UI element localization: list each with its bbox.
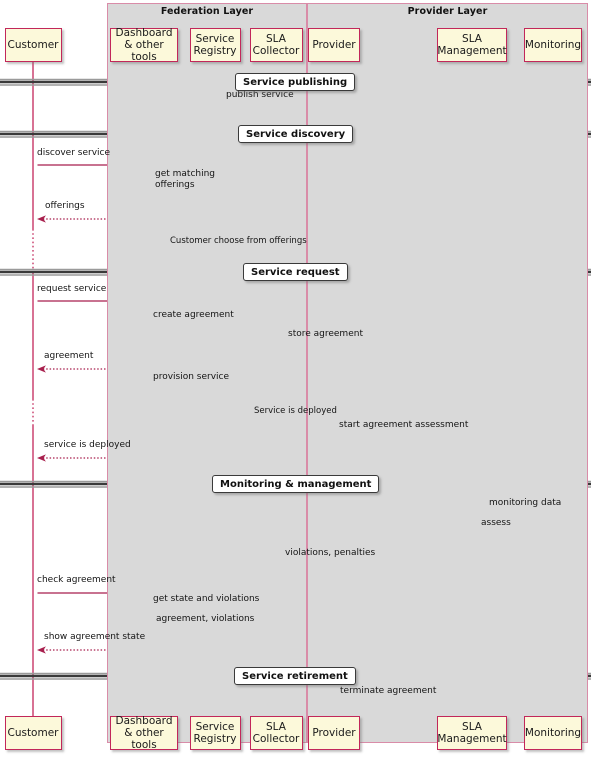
msg-monitoring-data-label: monitoring data (489, 498, 562, 508)
frag-service-retirement: Service retirement (234, 667, 356, 685)
actor-provider-bottom[interactable]: Provider (308, 716, 360, 750)
msg-agreement-violations-label: agreement, violations (156, 614, 255, 624)
msg-show-agreement-state-label: show agreement state (44, 632, 146, 642)
msg-violations-penalties-label: violations, penalties (285, 548, 376, 558)
actor-customer-bottom[interactable]: Customer (4, 716, 62, 750)
federation-layer-label: Federation Layer (160, 6, 254, 17)
actor-provider-label-bottom: Provider (312, 727, 356, 739)
frag-service-publishing: Service publishing (235, 73, 356, 91)
msg-get-matching-offerings-label: get matching offerings (155, 169, 216, 190)
actor-dashboard-label-bottom: Dashboard & other tools (115, 715, 173, 751)
msg-start-agreement-assessment-label: start agreement assessment (339, 420, 469, 430)
actor-monitoring-top[interactable]: Monitoring (524, 28, 582, 62)
msg-get-state-and-violations-label: get state and violations (153, 594, 260, 604)
actor-monitoring-label-bottom: Monitoring (524, 727, 582, 739)
actor-sla-management-top[interactable]: SLA Management (437, 28, 507, 62)
actor-sla-management-bottom[interactable]: SLA Management (437, 716, 507, 750)
msg-discover-service-label: discover service (37, 148, 111, 158)
actor-customer-label-bottom: Customer (7, 727, 59, 739)
actor-customer-top[interactable]: Customer (4, 28, 62, 62)
actor-sla-collector-top[interactable]: SLA Collector (249, 28, 303, 62)
note-customer-choose: Customer choose from offerings (170, 236, 307, 246)
msg-create-agreement-label: create agreement (153, 310, 234, 320)
actor-sla-collector-label-bottom: SLA Collector (252, 721, 300, 745)
actor-sla-management-label-top: SLA Management (437, 33, 507, 57)
frag-service-discovery: Service discovery (238, 125, 354, 143)
actor-monitoring-bottom[interactable]: Monitoring (524, 716, 582, 750)
provider-layer: Provider Layer (307, 3, 588, 743)
msg-agreement-label: agreement (44, 351, 94, 361)
actor-service-registry-bottom[interactable]: Service Registry (189, 716, 241, 750)
provider-layer-label: Provider Layer (407, 6, 488, 17)
msg-provision-service-label: provision service (153, 372, 230, 382)
msg-terminate-agreement-label: terminate agreement (340, 686, 437, 696)
sequence-diagram-canvas: Federation Layer Provider Layer Service pu… (0, 0, 591, 759)
msg-assess-label: assess (481, 518, 511, 528)
actor-service-registry-top[interactable]: Service Registry (189, 28, 241, 62)
actor-service-registry-label-bottom: Service Registry (193, 721, 237, 745)
frag-service-request: Service request (243, 263, 348, 281)
actor-dashboard-label-top: Dashboard & other tools (115, 27, 173, 63)
actor-provider-label-top: Provider (312, 39, 356, 51)
actor-dashboard-bottom[interactable]: Dashboard & other tools (110, 715, 178, 751)
msg-publish-service-label: publish service (226, 90, 294, 100)
actor-service-registry-label-top: Service Registry (193, 33, 237, 57)
note-service-is-deployed: Service is deployed (254, 406, 337, 416)
actor-sla-management-label-bottom: SLA Management (437, 721, 507, 745)
msg-store-agreement-label: store agreement (288, 329, 363, 339)
frag-monitoring-management: Monitoring & management (212, 475, 380, 493)
actor-sla-collector-bottom[interactable]: SLA Collector (249, 716, 303, 750)
actor-monitoring-label-top: Monitoring (524, 39, 582, 51)
msg-offerings-label: offerings (45, 201, 85, 211)
actor-provider-top[interactable]: Provider (308, 28, 360, 62)
msg-check-agreement-label: check agreement (37, 575, 116, 585)
msg-request-service-label: request service (37, 284, 107, 294)
msg-service-is-deployed-label: service is deployed (44, 440, 131, 450)
actor-customer-label-top: Customer (7, 39, 59, 51)
actor-sla-collector-label-top: SLA Collector (252, 33, 300, 57)
actor-dashboard-top[interactable]: Dashboard & other tools (110, 27, 178, 63)
